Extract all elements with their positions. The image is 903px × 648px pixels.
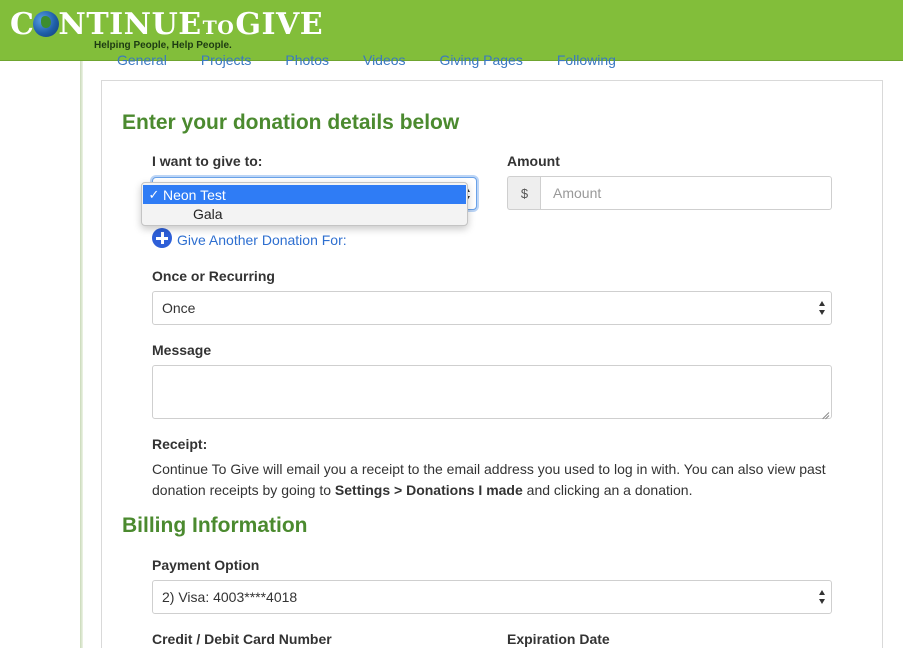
message-textarea[interactable] [152, 365, 832, 419]
select-arrows-icon [819, 590, 826, 604]
give-to-option-gala[interactable]: Gala [143, 204, 466, 223]
resize-grip-icon[interactable] [821, 408, 829, 416]
logo-word-give: GIVE [235, 7, 324, 42]
payment-option-label: Payment Option [152, 557, 260, 573]
give-to-dropdown-menu: ✓ Neon Test Gala [141, 182, 468, 226]
page: C NTINUETOGIVE Helping People, Help Peopl… [0, 0, 903, 648]
continue-to-give-logo[interactable]: C NTINUETOGIVE Helping People, Help Peopl… [10, 7, 323, 54]
logo-word-ntinue: NTINUE [58, 7, 202, 42]
recurring-label: Once or Recurring [152, 268, 275, 284]
tab-projects[interactable]: Projects [201, 51, 252, 69]
amount-label: Amount [507, 153, 560, 169]
logo-letter-c: C [10, 7, 35, 42]
payment-option-select[interactable]: 2) Visa: 4003****4018 [152, 580, 832, 614]
expiration-date-label: Expiration Date [507, 631, 610, 647]
plus-circle-icon [152, 228, 172, 248]
profile-tabs: General Projects Photos Videos Giving Pa… [117, 51, 650, 69]
receipt-label: Receipt: [152, 436, 208, 452]
logo-tagline: Helping People, Help People. [94, 40, 232, 51]
recurring-value: Once [162, 300, 196, 316]
option-label: Gala [193, 205, 223, 222]
donation-details-heading: Enter your donation details below [122, 111, 460, 134]
page-gutter [80, 61, 83, 648]
give-another-label: Give Another Donation For: [177, 232, 347, 248]
receipt-text-part-2: and clicking an a donation. [522, 481, 693, 498]
globe-icon [33, 11, 60, 37]
currency-addon: $ [507, 176, 541, 210]
receipt-settings-path: Settings > Donations I made [334, 481, 523, 498]
tab-following[interactable]: Following [557, 51, 616, 69]
recurring-select[interactable]: Once [152, 291, 832, 325]
payment-option-value: 2) Visa: 4003****4018 [162, 589, 298, 605]
select-arrows-icon [819, 301, 826, 315]
option-label: Neon Test [163, 186, 226, 203]
tab-videos[interactable]: Videos [363, 51, 406, 69]
give-to-label: I want to give to: [152, 153, 263, 169]
tab-giving-pages[interactable]: Giving Pages [440, 51, 523, 69]
tab-general[interactable]: General [117, 51, 167, 69]
give-to-option-neon-test[interactable]: ✓ Neon Test [143, 185, 466, 204]
card-number-label: Credit / Debit Card Number [152, 631, 332, 647]
receipt-description: Continue To Give will email you a receip… [152, 459, 842, 500]
checkmark-icon: ✓ [148, 186, 160, 202]
tab-photos[interactable]: Photos [285, 51, 329, 69]
logo-word-to: TO [202, 17, 235, 39]
billing-heading: Billing Information [122, 514, 308, 537]
give-another-donation-link[interactable]: Give Another Donation For: [152, 228, 347, 248]
message-label: Message [152, 342, 212, 358]
amount-input[interactable] [540, 176, 832, 210]
